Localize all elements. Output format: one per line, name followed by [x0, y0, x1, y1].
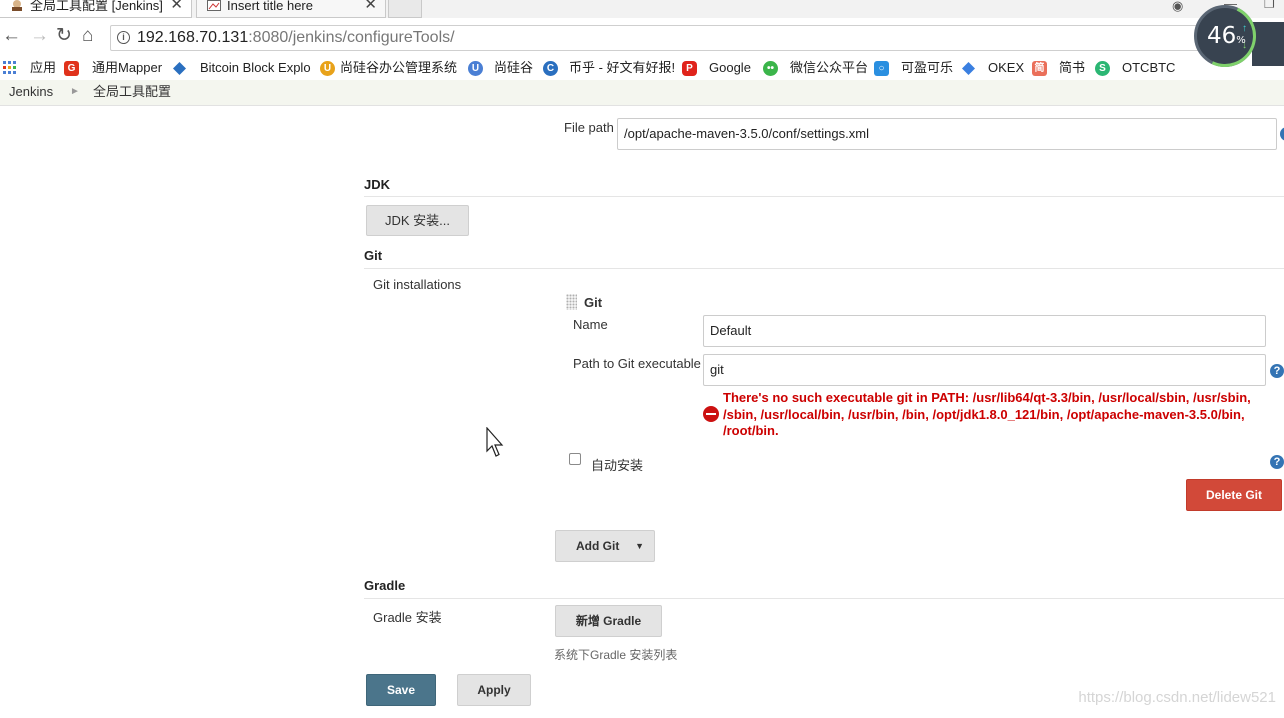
reload-icon[interactable]: ↻	[56, 26, 72, 46]
bookmark-google[interactable]: P Google	[682, 58, 751, 78]
jdk-heading: JDK	[364, 177, 391, 192]
breadcrumb-current[interactable]: 全局工具配置	[93, 80, 171, 104]
git-path-input[interactable]: git	[703, 354, 1266, 386]
mouse-cursor-icon	[486, 427, 504, 457]
site-info-icon[interactable]: i	[117, 31, 130, 44]
add-git-button[interactable]: Add Git ▼	[555, 530, 655, 562]
apply-button[interactable]: Apply	[457, 674, 531, 706]
back-icon[interactable]: ←	[2, 26, 21, 46]
upload-arrow-icon: ↑	[1242, 23, 1247, 34]
browser-toolbar: ← → ↻ ⌂ i 192.168.70.131:8080/jenkins/co…	[0, 18, 1284, 56]
c-logo-icon: C	[543, 61, 558, 76]
u-logo-icon: U	[320, 61, 335, 76]
diamond-icon	[961, 61, 976, 76]
file-path-input[interactable]: /opt/apache-maven-3.5.0/conf/settings.xm…	[617, 118, 1277, 150]
download-arrow-icon: ↓	[1242, 40, 1247, 51]
close-tab-icon[interactable]: ✕	[170, 0, 183, 12]
forward-icon[interactable]: →	[30, 26, 49, 46]
breadcrumb-jenkins[interactable]: Jenkins	[9, 80, 53, 104]
bookmark-apps[interactable]: 应用	[2, 58, 56, 78]
bookmark-oa[interactable]: U 尚硅谷办公管理系统	[320, 58, 457, 78]
jenkins-favicon-icon	[10, 0, 24, 11]
p-logo-icon: P	[682, 61, 697, 76]
watermark-text: https://blog.csdn.net/lidew521	[1078, 689, 1276, 706]
bookmark-bihu[interactable]: C 币乎 - 好文有好报!	[543, 58, 675, 78]
save-button[interactable]: Save	[366, 674, 436, 706]
apps-grid-icon	[2, 61, 17, 76]
meter-panel	[1252, 22, 1284, 66]
divider	[364, 598, 1284, 599]
help-icon[interactable]: ?	[1280, 127, 1284, 141]
file-path-label: File path	[564, 120, 614, 135]
speed-meter-widget[interactable]: 46% ↑ ↓	[1185, 0, 1265, 76]
k-logo-icon: ○	[874, 61, 889, 76]
bookmark-otcbtc[interactable]: S OTCBTC	[1095, 58, 1175, 78]
help-icon[interactable]: ?	[1270, 364, 1284, 378]
address-path: :8080/jenkins/configureTools/	[248, 29, 455, 46]
address-bar[interactable]: i 192.168.70.131:8080/jenkins/configureT…	[110, 25, 1230, 51]
new-tab-button[interactable]	[388, 0, 422, 18]
bookmark-atguigu[interactable]: U 尚硅谷	[468, 58, 533, 78]
delete-git-button[interactable]: Delete Git	[1186, 479, 1282, 511]
add-git-label: Add Git	[576, 539, 620, 553]
jianshu-icon: 简	[1032, 61, 1047, 76]
bookmarks-bar: 应用 G 通用Mapper Bitcoin Block Explo U 尚硅谷办…	[0, 56, 1284, 80]
git-installations-label: Git installations	[373, 277, 462, 292]
auto-install-checkbox[interactable]	[569, 453, 581, 465]
g-logo-icon: G	[64, 61, 79, 76]
drag-handle-icon[interactable]	[566, 294, 577, 310]
otc-logo-icon: S	[1095, 61, 1110, 76]
breadcrumb: Jenkins ► 全局工具配置	[0, 80, 1284, 106]
git-path-label: Path to Git executable	[573, 356, 701, 371]
gradle-hint-text: 系统下Gradle 安装列表	[554, 648, 678, 662]
wechat-icon: ••	[763, 61, 778, 76]
git-path-error: There's no such executable git in PATH: …	[723, 390, 1251, 438]
bookmark-jianshu[interactable]: 简 简书	[1032, 58, 1085, 78]
git-heading: Git	[364, 248, 383, 263]
bookmark-mapper[interactable]: G 通用Mapper	[64, 58, 162, 78]
git-name-label: Name	[573, 317, 608, 332]
address-host: 192.168.70.131	[137, 29, 249, 46]
bookmark-keying[interactable]: ○ 可盈可乐	[874, 58, 953, 78]
meter-value: 46%	[1207, 23, 1246, 49]
gradle-install-label: Gradle 安装	[373, 610, 442, 625]
tab-title: 全局工具配置 [Jenkins]	[30, 0, 163, 13]
bookmark-okex[interactable]: OKEX	[961, 58, 1024, 78]
git-block-title: Git	[584, 295, 603, 310]
page-favicon-icon	[207, 0, 221, 11]
tab-insert-title[interactable]: Insert title here ✕	[196, 0, 386, 18]
caret-down-icon: ▼	[635, 541, 644, 551]
auto-install-label: 自动安装	[591, 458, 644, 473]
restore-icon[interactable]: ❐	[1264, 0, 1275, 11]
account-icon[interactable]: ◉	[1172, 0, 1183, 14]
tab-strip: 全局工具配置 [Jenkins] ✕ Insert title here ✕ ◉…	[0, 0, 1284, 18]
chevron-right-icon: ►	[70, 86, 80, 97]
bookmark-wechat[interactable]: •• 微信公众平台	[763, 58, 868, 78]
git-name-input[interactable]: Default	[703, 315, 1266, 347]
diamond-icon	[172, 61, 187, 76]
tab-jenkins[interactable]: 全局工具配置 [Jenkins] ✕	[0, 0, 192, 18]
divider	[364, 268, 1284, 269]
gradle-heading: Gradle	[364, 578, 406, 593]
tab-title: Insert title here	[227, 0, 313, 13]
u-logo-icon: U	[468, 61, 483, 76]
home-icon[interactable]: ⌂	[82, 26, 93, 46]
help-icon[interactable]: ?	[1270, 455, 1284, 469]
divider	[364, 196, 1284, 197]
bookmark-bitcoin[interactable]: Bitcoin Block Explo	[172, 58, 311, 78]
jdk-install-button[interactable]: JDK 安装...	[366, 205, 469, 236]
close-tab-icon[interactable]: ✕	[364, 0, 377, 12]
error-icon	[703, 406, 719, 422]
add-gradle-button[interactable]: 新增 Gradle	[555, 605, 662, 637]
